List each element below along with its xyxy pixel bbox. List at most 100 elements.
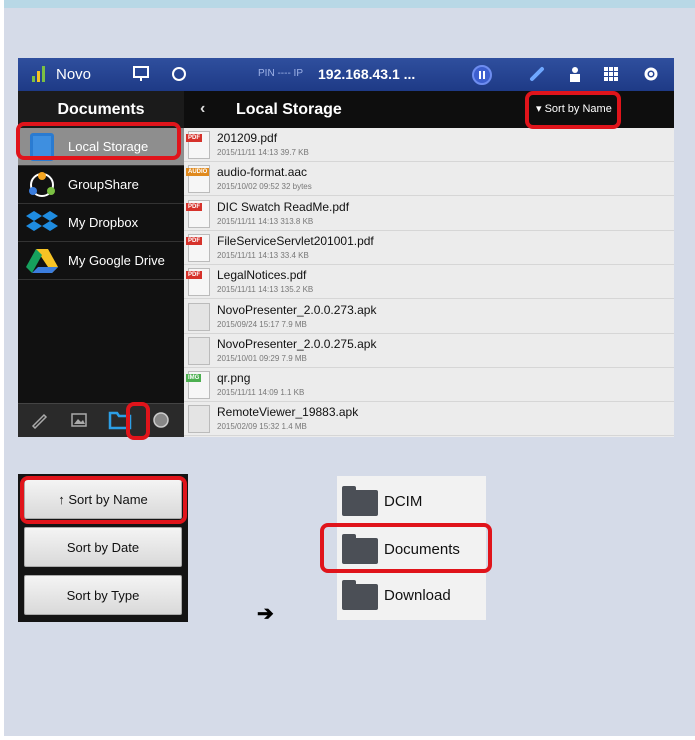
file-size: 33.4 KB (280, 250, 309, 260)
file-type-tag: AUDIO (186, 168, 210, 177)
folder-item-download[interactable]: Download (337, 572, 486, 618)
pdf-file-icon: PDF (186, 131, 210, 159)
pin-label: PIN ---- IP (258, 68, 303, 79)
file-type-tag: PDF (186, 271, 202, 280)
file-size: 135.2 KB (280, 285, 314, 295)
groupshare-icon (24, 171, 60, 199)
file-meta: 2015/11/11 14:13 33.4 KB (217, 251, 309, 260)
file-meta: 2015/02/09 15:32 1.4 MB (217, 422, 307, 431)
file-row[interactable]: RemoteViewer_19883.apk 2015/02/09 15:32 1… (184, 402, 674, 437)
file-name: DIC Swatch ReadMe.pdf (217, 199, 350, 214)
file-meta: 2015/11/11 14:09 1.1 KB (217, 388, 304, 397)
sidebar-item-label: My Dropbox (68, 215, 139, 230)
file-name: NovoPresenter_2.0.0.273.apk (217, 302, 377, 317)
file-size: 7.9 MB (281, 319, 307, 329)
file-row[interactable]: PDF LegalNotices.pdf 2015/11/11 14:13 135.… (184, 265, 674, 300)
file-name: FileServiceServlet201001.pdf (217, 233, 374, 248)
link-icon[interactable] (528, 65, 546, 87)
sort-by-date-option[interactable]: Sort by Date (24, 527, 182, 567)
file-row[interactable]: PDF 201209.pdf 2015/11/11 14:13 39.7 KB (184, 128, 674, 162)
file-date: 2015/02/09 15:32 (217, 422, 280, 432)
highlight-sort-button (525, 91, 621, 129)
audio-file-icon: AUDIO (186, 165, 210, 194)
highlight-local-storage (16, 122, 181, 160)
pdf-file-icon: PDF (186, 268, 210, 297)
pdf-file-icon: PDF (186, 233, 210, 262)
pen-icon[interactable] (30, 411, 48, 434)
image-icon[interactable] (70, 411, 88, 434)
unknown-file-icon (188, 302, 210, 331)
folder-icon (342, 580, 378, 610)
img-file-icon: IMG (186, 371, 210, 400)
file-size: 1.1 KB (280, 388, 305, 398)
file-name: audio-format.aac (217, 165, 308, 180)
file-name: LegalNotices.pdf (217, 268, 307, 283)
highlight-folder-icon (126, 402, 150, 440)
highlight-documents-folder (320, 523, 492, 573)
novo-logo-icon (32, 66, 46, 82)
file-meta: 2015/09/24 15:17 7.9 MB (217, 320, 307, 329)
file-type-tag: PDF (186, 134, 202, 142)
folder-item-dcim[interactable]: DCIM (337, 478, 486, 524)
file-type-tag: PDF (186, 236, 202, 245)
file-date: 2015/11/11 14:13 (217, 285, 279, 295)
file-meta: 2015/10/02 09:52 32 bytes (217, 182, 312, 191)
file-type-tag: IMG (186, 374, 202, 383)
file-name: 201209.pdf (217, 131, 278, 145)
sidebar-toolbar (18, 403, 184, 437)
file-row[interactable]: PDF FileServiceServlet201001.pdf 2015/11/1… (184, 231, 674, 265)
globe-icon[interactable] (152, 411, 170, 434)
file-name: qr.png (217, 371, 251, 386)
file-row[interactable]: AUDIO audio-format.aac 2015/10/02 09:52 32… (184, 162, 674, 197)
ip-address: 192.168.43.1 ... (318, 66, 416, 82)
presentation-icon[interactable] (132, 65, 150, 87)
file-date: 2015/10/02 09:52 (217, 182, 280, 192)
file-date: 2015/09/24 15:17 (217, 319, 280, 329)
highlight-sort-by-name (20, 476, 187, 524)
file-row[interactable]: NovoPresenter_2.0.0.273.apk 2015/09/24 15… (184, 300, 674, 334)
file-date: 2015/11/11 14:13 (217, 250, 279, 260)
file-size: 7.9 MB (281, 353, 307, 363)
file-date: 2015/10/01 09:29 (217, 353, 280, 363)
sidebar-item-my-google-drive[interactable]: My Google Drive (18, 242, 184, 280)
file-list: PDF 201209.pdf 2015/11/11 14:13 39.7 KB AUD… (184, 128, 674, 437)
sidebar-item-my-dropbox[interactable]: My Dropbox (18, 204, 184, 242)
file-size: 32 bytes (281, 182, 312, 192)
file-name: NovoPresenter_2.0.0.275.apk (217, 336, 377, 351)
file-meta: 2015/11/11 14:13 135.2 KB (217, 285, 313, 294)
sidebar-item-groupshare[interactable]: GroupShare (18, 166, 184, 204)
dropbox-icon (24, 209, 60, 237)
file-meta: 2015/11/11 14:13 39.7 KB (217, 148, 309, 157)
file-date: 2015/11/11 14:09 (217, 388, 279, 398)
sort-by-type-option[interactable]: Sort by Type (24, 575, 182, 615)
file-meta: 2015/11/11 14:13 313.8 KB (217, 217, 313, 226)
file-size: 39.7 KB (280, 148, 309, 157)
refresh-icon[interactable] (170, 65, 188, 87)
folder-icon (342, 486, 378, 516)
file-size: 313.8 KB (280, 216, 314, 226)
folder-label: DCIM (384, 493, 423, 510)
file-date: 2015/11/11 14:13 (217, 216, 279, 226)
file-type-tag: PDF (186, 202, 202, 211)
sidebar-item-label: My Google Drive (68, 253, 165, 268)
file-row[interactable]: PDF DIC Swatch ReadMe.pdf 2015/11/11 14:13… (184, 197, 674, 231)
file-size: 1.4 MB (281, 422, 307, 432)
file-row[interactable]: NovoPresenter_2.0.0.275.apk 2015/10/01 09… (184, 334, 674, 368)
arrow-icon: ➔ (257, 603, 274, 625)
google-drive-icon (24, 247, 60, 275)
gear-icon[interactable] (642, 65, 660, 87)
status-bar: Novo PIN ---- IP 192.168.43.1 ... (18, 58, 674, 91)
page-title: Local Storage (236, 101, 342, 118)
pause-button[interactable] (472, 65, 492, 85)
unknown-file-icon (188, 405, 210, 434)
file-date: 2015/11/11 14:13 (217, 148, 279, 157)
app-title: Novo (56, 66, 92, 83)
file-name: RemoteViewer_19883.apk (217, 405, 359, 420)
folder-label: Download (384, 587, 451, 604)
back-button[interactable]: ‹ (200, 100, 205, 118)
users-icon[interactable] (566, 65, 584, 87)
pdf-file-icon: PDF (186, 199, 210, 228)
grid-icon[interactable] (602, 65, 620, 87)
file-row[interactable]: IMG qr.png 2015/11/11 14:09 1.1 KB (184, 368, 674, 403)
sidebar-item-label: GroupShare (68, 177, 139, 192)
